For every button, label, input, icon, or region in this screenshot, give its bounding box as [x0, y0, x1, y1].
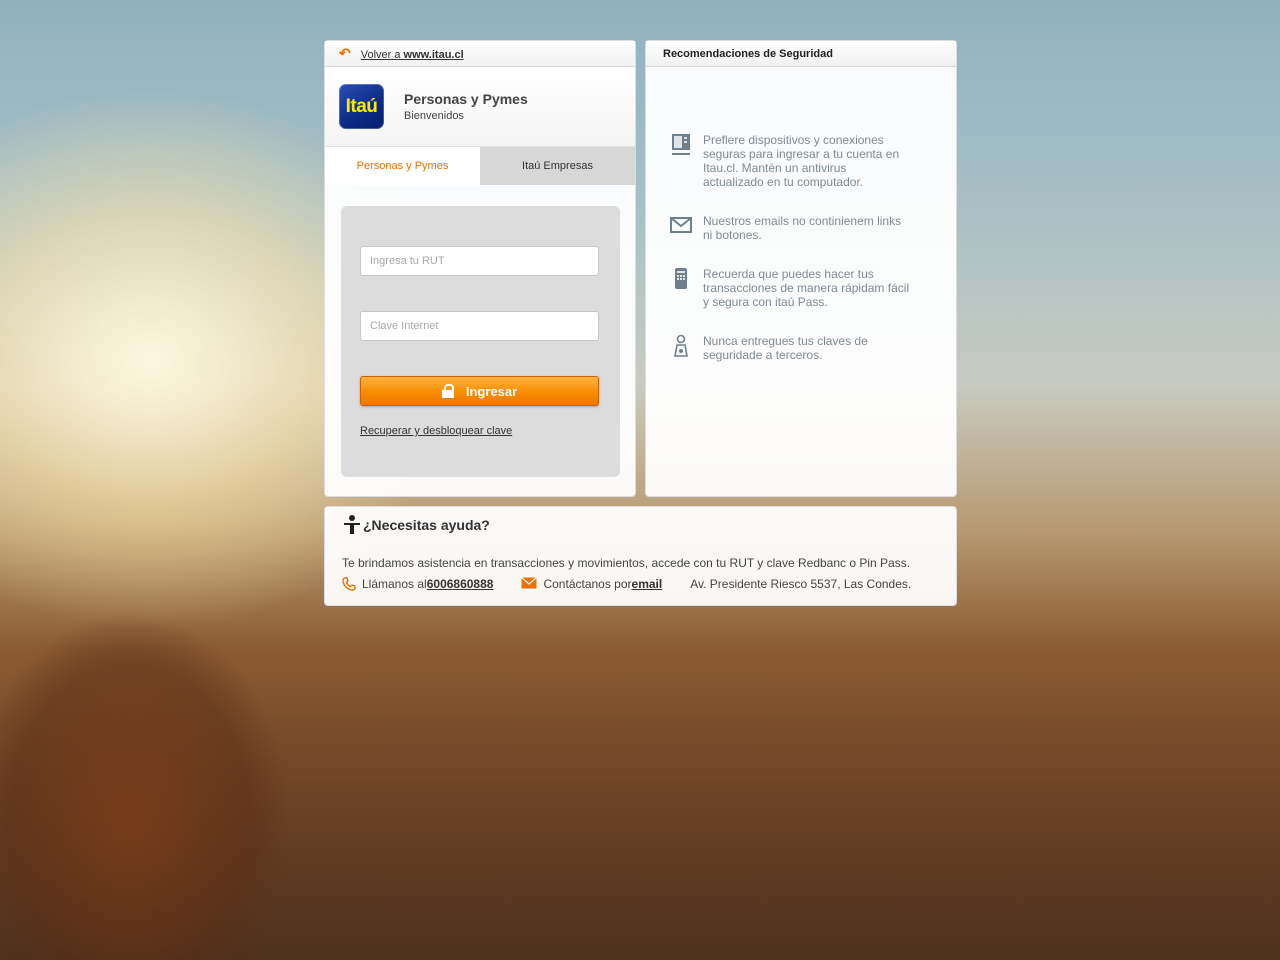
- help-title: ¿Necesitas ayuda?: [363, 517, 490, 533]
- call-prefix: Llámanos al: [362, 577, 427, 591]
- email-icon: [521, 577, 538, 591]
- computer-icon: [670, 133, 692, 157]
- help-heading: ¿Necesitas ayuda?: [343, 515, 490, 535]
- itau-logo: Itaú: [339, 84, 384, 129]
- login-form: Ingresar Recuperar y desbloquear clave: [341, 206, 620, 477]
- back-link-bar: ↶ Volver a www.itau.cl: [325, 41, 635, 67]
- help-description: Te brindamos asistencia en transacciones…: [342, 556, 911, 570]
- tab-personas-pymes[interactable]: Personas y Pymes: [325, 147, 480, 185]
- back-link[interactable]: ↶ Volver a www.itau.cl: [325, 45, 464, 62]
- brand-row: Itaú Personas y Pymes Bienvenidos: [325, 67, 635, 147]
- brand-title: Personas y Pymes: [404, 91, 528, 107]
- rut-input[interactable]: [360, 246, 599, 276]
- back-link-site: www.itau.cl: [403, 49, 464, 61]
- back-arrow-icon: ↶: [339, 45, 351, 61]
- help-person-icon: [343, 515, 361, 535]
- background-photo: [0, 560, 330, 960]
- email-link[interactable]: email: [632, 577, 663, 591]
- security-header: Recomendaciones de Seguridad: [646, 41, 956, 67]
- security-item-text: Preflere dispositivos y conexiones segur…: [703, 133, 900, 189]
- security-title: Recomendaciones de Seguridad: [663, 47, 833, 60]
- brand-subtitle: Bienvenidos: [404, 110, 464, 122]
- security-item-text: Recuerda que puedes hacer tus transaccio…: [703, 267, 910, 309]
- phone-link[interactable]: 6006860888: [427, 577, 494, 591]
- login-panel: ↶ Volver a www.itau.cl Itaú Personas y Py…: [324, 40, 636, 497]
- security-panel: Recomendaciones de Seguridad Preflere di…: [645, 40, 957, 497]
- help-contact-row: Llámanos al 6006860888 Contáctanos por e…: [342, 577, 911, 591]
- address: Av. Presidente Riesco 5537, Las Condes.: [690, 577, 912, 591]
- tab-itau-empresas[interactable]: Itaú Empresas: [480, 147, 635, 185]
- back-link-prefix: Volver a: [360, 49, 404, 61]
- phone-icon: [342, 577, 356, 591]
- security-item-text: Nunca entregues tus claves de seguridade…: [703, 334, 868, 362]
- security-item: Nunca entregues tus claves de seguridade…: [670, 334, 910, 362]
- help-panel: ¿Necesitas ayuda? Te brindamos asistenci…: [324, 506, 957, 606]
- security-item-text: Nuestros emails no continienem links ni …: [703, 214, 902, 242]
- mobile-phone-icon: [670, 267, 692, 291]
- password-input[interactable]: [360, 311, 599, 341]
- person-key-icon: [670, 334, 692, 358]
- login-button-label: Ingresar: [465, 383, 518, 399]
- lock-icon: [441, 384, 454, 398]
- login-button[interactable]: Ingresar: [360, 376, 599, 406]
- email-prefix: Contáctanos por: [543, 577, 632, 591]
- segment-tabs: Personas y Pymes Itaú Empresas: [325, 147, 635, 185]
- envelope-icon: [670, 214, 692, 238]
- security-item: Nuestros emails no continienem links ni …: [670, 214, 910, 242]
- recover-password-link[interactable]: Recuperar y desbloquear clave: [360, 425, 512, 437]
- security-item: Preflere dispositivos y conexiones segur…: [670, 133, 910, 189]
- security-item: Recuerda que puedes hacer tus transaccio…: [670, 267, 910, 309]
